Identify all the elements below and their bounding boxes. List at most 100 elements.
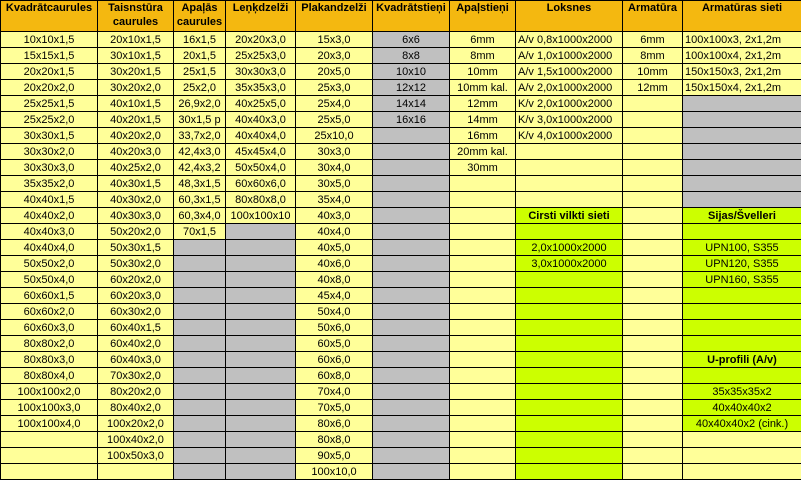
cell-kvadratcaurules: 60x60x2,0 — [0, 303, 98, 320]
cell-cirsti — [515, 287, 623, 304]
cell-kvadratcaurules: 30x30x2,0 — [0, 143, 98, 160]
cell-taisnstura — [97, 463, 174, 480]
cell-loksnes: A/v 2,0x1000x2000 — [515, 79, 623, 96]
cell-lenkdzelzi — [225, 367, 296, 384]
cell-plakandzelzi: 80x8,0 — [295, 431, 373, 448]
cell-taisnstura: 30x20x1,5 — [97, 63, 174, 80]
cell-taisnstura: 60x40x1,5 — [97, 319, 174, 336]
cell-sieti — [682, 335, 801, 352]
cell-apalas — [173, 335, 226, 352]
cell-armatura — [622, 383, 683, 400]
cell-taisnstura: 40x20x3,0 — [97, 143, 174, 160]
cell-lenkdzelzi: 40x25x5,0 — [225, 95, 296, 112]
cell-sieti — [682, 431, 801, 448]
cell-kvadratstieni — [372, 143, 450, 160]
table-row: 50x50x4,0 60x20x2,0 40x8,0 UPN160, S355 — [0, 271, 801, 288]
table-row: 20x20x2,0 30x20x2,0 25x2,0 35x35x3,0 25x3,0 1… — [0, 79, 801, 96]
cell-sijas: UPN100, S355 — [682, 239, 801, 256]
cell-kvadratcaurules: 100x100x3,0 — [0, 399, 98, 416]
cell-apalas — [173, 271, 226, 288]
cell-lenkdzelzi — [225, 463, 296, 480]
cell-kvadratstieni — [372, 175, 450, 192]
cell-kvadratcaurules: 40x40x4,0 — [0, 239, 98, 256]
cell-apalstieni — [449, 415, 516, 432]
cell-lenkdzelzi — [225, 431, 296, 448]
header-plakandzelzi: Plakandzelži — [295, 0, 373, 32]
table-row: 10x10x1,5 20x10x1,5 16x1,5 20x20x3,0 15x3,0 6… — [0, 31, 801, 48]
cell-sieti — [682, 175, 801, 192]
cell-cirsti — [515, 223, 623, 240]
cell-lenkdzelzi: 100x100x10 — [225, 207, 296, 224]
cell-kvadratcaurules: 30x30x1,5 — [0, 127, 98, 144]
cell-sieti: 100x100x4, 2x1,2m — [682, 47, 801, 64]
header-taisnstura: Taisnstūra caurules — [97, 0, 174, 32]
cell-kvadratstieni — [372, 319, 450, 336]
cell-loksnes — [515, 191, 623, 208]
cell-apalstieni — [449, 207, 516, 224]
cell-apalstieni: 10mm — [449, 63, 516, 80]
cell-armatura — [622, 287, 683, 304]
table-row: 35x35x2,0 40x30x1,5 48,3x1,5 60x60x6,0 30x5,… — [0, 175, 801, 192]
cell-armatura — [622, 175, 683, 192]
cell-taisnstura: 40x20x2,0 — [97, 127, 174, 144]
cell-plakandzelzi: 40x6,0 — [295, 255, 373, 272]
cell-armatura — [622, 207, 683, 224]
cell-loksnes: K/v 4,0x1000x2000 — [515, 127, 623, 144]
cell-kvadratcaurules: 80x80x3,0 — [0, 351, 98, 368]
cell-sieti — [682, 319, 801, 336]
cell-apalstieni — [449, 335, 516, 352]
table-row: 25x25x1,5 40x10x1,5 26,9x2,0 40x25x5,0 25x4,… — [0, 95, 801, 112]
cell-armatura — [622, 111, 683, 128]
header-kvadratcaurules: Kvadrātcaurules — [0, 0, 98, 32]
cell-loksnes: K/v 2,0x1000x2000 — [515, 95, 623, 112]
sijas-title: Sijas/Švelleri — [682, 207, 801, 224]
cell-apalstieni — [449, 463, 516, 480]
cell-cirsti — [515, 415, 623, 432]
cell-sieti — [682, 287, 801, 304]
cell-plakandzelzi: 15x3,0 — [295, 31, 373, 48]
cell-kvadratstieni — [372, 463, 450, 480]
cell-sieti — [682, 191, 801, 208]
cell-apalas: 16x1,5 — [173, 31, 226, 48]
cirsti-title: Cirsti vilkti sieti — [515, 207, 623, 224]
cell-kvadratcaurules: 25x25x2,0 — [0, 111, 98, 128]
cell-cirsti — [515, 399, 623, 416]
cell-taisnstura: 50x20x2,0 — [97, 223, 174, 240]
header-loksnes: Loksnes — [515, 0, 623, 32]
table-row: 100x40x2,0 80x8,0 — [0, 431, 801, 448]
cell-apalstieni — [449, 255, 516, 272]
cell-plakandzelzi: 60x8,0 — [295, 367, 373, 384]
cell-apalas — [173, 255, 226, 272]
header-lenkdzelzi: Leņķdzelži — [225, 0, 296, 32]
cell-armatura — [622, 319, 683, 336]
cell-apalas: 48,3x1,5 — [173, 175, 226, 192]
cell-lenkdzelzi: 80x80x8,0 — [225, 191, 296, 208]
cell-apalas: 33,7x2,0 — [173, 127, 226, 144]
cell-kvadratstieni: 14x14 — [372, 95, 450, 112]
cell-apalas — [173, 287, 226, 304]
cell-apalas: 70x1,5 — [173, 223, 226, 240]
cell-lenkdzelzi: 30x30x3,0 — [225, 63, 296, 80]
cell-kvadratcaurules: 20x20x2,0 — [0, 79, 98, 96]
cell-apalas — [173, 447, 226, 464]
cell-sieti: 100x100x3, 2x1,2m — [682, 31, 801, 48]
cell-taisnstura: 60x40x2,0 — [97, 335, 174, 352]
table-row: 60x60x2,0 60x30x2,0 50x4,0 — [0, 303, 801, 320]
cell-taisnstura: 60x30x2,0 — [97, 303, 174, 320]
cell-kvadratcaurules: 100x100x2,0 — [0, 383, 98, 400]
cell-kvadratstieni: 12x12 — [372, 79, 450, 96]
cell-taisnstura: 40x30x2,0 — [97, 191, 174, 208]
cell-kvadratcaurules: 50x50x2,0 — [0, 255, 98, 272]
cell-plakandzelzi: 80x6,0 — [295, 415, 373, 432]
cell-plakandzelzi: 40x5,0 — [295, 239, 373, 256]
cell-kvadratstieni — [372, 271, 450, 288]
cell-kvadratstieni — [372, 415, 450, 432]
cell-taisnstura: 50x30x2,0 — [97, 255, 174, 272]
cell-armatura: 8mm — [622, 47, 683, 64]
cell-armatura: 6mm — [622, 31, 683, 48]
cell-armatura — [622, 95, 683, 112]
table-row: 60x60x3,0 60x40x1,5 50x6,0 — [0, 319, 801, 336]
cell-apalstieni — [449, 399, 516, 416]
cell-sieti — [682, 111, 801, 128]
cell-taisnstura: 100x50x3,0 — [97, 447, 174, 464]
